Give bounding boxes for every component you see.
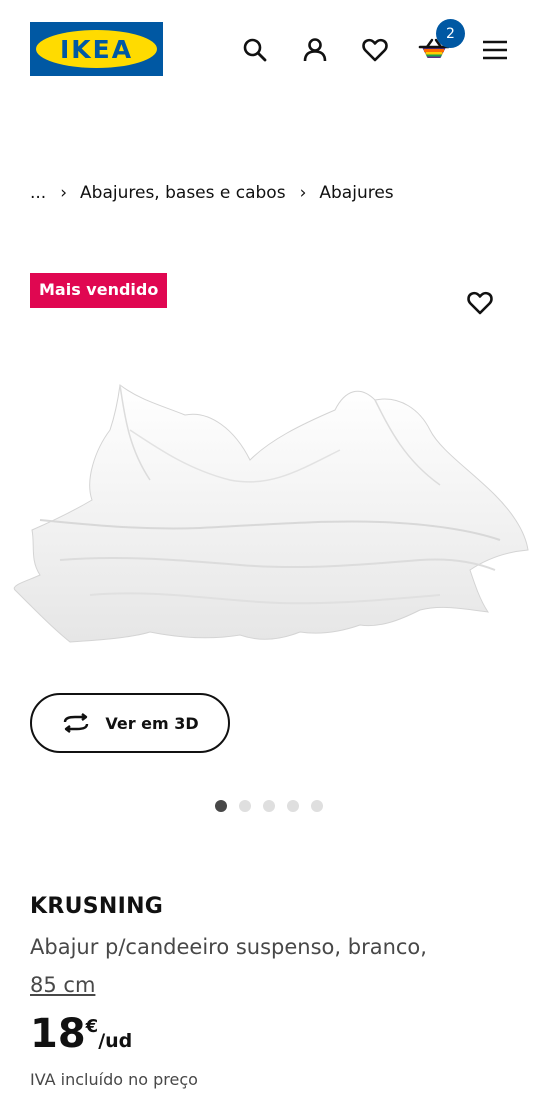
ikea-logo[interactable]: IKEA	[30, 22, 163, 76]
price-currency: €	[85, 1016, 99, 1037]
product-price: 18 € /ud	[30, 1010, 132, 1058]
chevron-right-icon: ›	[299, 183, 307, 203]
search-icon	[243, 38, 267, 62]
view-in-3d-label: Ver em 3D	[105, 713, 199, 733]
breadcrumb-item[interactable]: Abajures	[319, 183, 393, 203]
price-integer: 18	[30, 1011, 86, 1057]
search-button[interactable]	[235, 30, 275, 70]
logo-text: IKEA	[36, 30, 157, 68]
heart-icon	[362, 38, 388, 62]
product-image[interactable]	[0, 370, 540, 660]
product-description-text: Abajur p/candeeiro suspenso, branco,	[30, 935, 427, 959]
cart-count-badge: 2	[436, 19, 465, 48]
vat-note: IVA incluído no preço	[30, 1070, 198, 1089]
view-in-3d-button[interactable]: Ver em 3D	[30, 693, 230, 753]
price-unit: /ud	[98, 1030, 133, 1052]
chevron-right-icon: ›	[60, 183, 68, 203]
carousel-dot[interactable]	[239, 800, 251, 812]
rotate-3d-icon	[64, 713, 89, 733]
image-carousel-indicator	[215, 800, 323, 812]
heart-icon	[467, 291, 493, 315]
breadcrumb-item[interactable]: Abajures, bases e cabos	[80, 183, 286, 203]
carousel-dot[interactable]	[311, 800, 323, 812]
favourites-button[interactable]	[355, 30, 395, 70]
breadcrumb-ellipsis[interactable]: ...	[30, 183, 46, 203]
account-button[interactable]	[295, 30, 335, 70]
bestseller-badge: Mais vendido	[30, 273, 168, 308]
product-size-link[interactable]: 85 cm	[30, 973, 95, 997]
add-to-favourites-button[interactable]	[460, 283, 500, 323]
menu-icon	[483, 40, 507, 60]
account-icon	[303, 38, 327, 62]
menu-button[interactable]	[475, 30, 515, 70]
product-description: Abajur p/candeeiro suspenso, branco, 85 …	[30, 928, 500, 1004]
header: IKEA 2	[0, 0, 540, 100]
carousel-dot[interactable]	[263, 800, 275, 812]
breadcrumb: ... › Abajures, bases e cabos › Abajures	[30, 180, 394, 206]
carousel-dot[interactable]	[287, 800, 299, 812]
product-name: KRUSNING	[30, 894, 164, 919]
carousel-dot[interactable]	[215, 800, 227, 812]
